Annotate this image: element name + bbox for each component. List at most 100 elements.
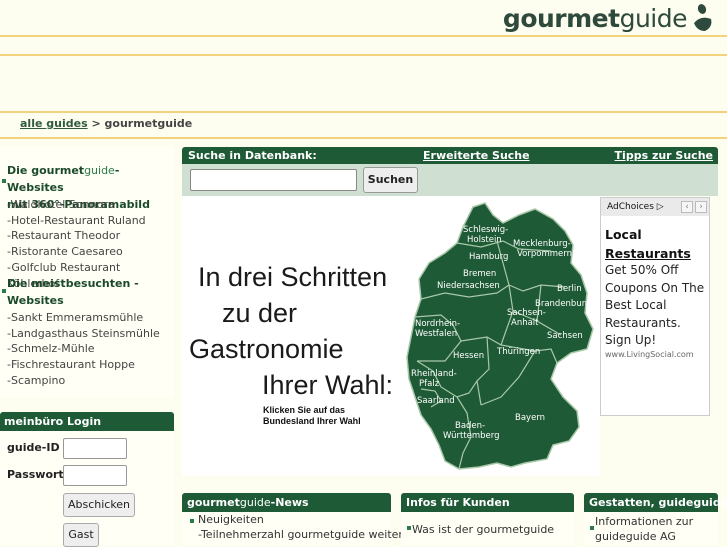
search-title: Suche in Datenbank:	[188, 149, 317, 162]
germany-map-banner: In drei Schritten zu der Gastronomie Ihr…	[182, 196, 600, 476]
ad-prev-icon[interactable]: ‹	[681, 201, 693, 213]
breadcrumb-link-all-guides[interactable]: alle guides	[20, 117, 88, 130]
section2-title: Die meistbesuchten - Websites	[7, 275, 139, 309]
list-item[interactable]: -Hotel-Restaurant Ruland	[0, 213, 174, 229]
list-item[interactable]: -Sankt Emmeramsmühle	[0, 310, 174, 326]
state-label-sachsen[interactable]: Sachsen	[547, 331, 583, 341]
section2-title-b: Websites	[7, 294, 64, 307]
banner-note-2: Bundesland Ihrer Wahl	[263, 416, 361, 426]
state-label-bremen[interactable]: Bremen	[463, 269, 496, 279]
ad-choices-label: AdChoices	[607, 202, 654, 212]
banner-line-3: Gastronomie	[189, 334, 344, 364]
ad-url[interactable]: www.LivingSocial.com	[605, 350, 694, 359]
bullet-icon	[2, 289, 6, 293]
state-label-rheinland-pfalz-2[interactable]: Pfalz	[419, 379, 440, 389]
state-label-nrw-1[interactable]: Nordrhein-	[415, 319, 460, 329]
section2-title-a: Die meistbesuchten -	[7, 277, 139, 290]
infos-panel: Was ist der gourmetguide	[401, 512, 574, 545]
state-label-schleswig-holstein-2[interactable]: Holstein	[467, 235, 502, 245]
bullet-icon	[407, 526, 411, 530]
logo-icon	[694, 4, 712, 31]
banner-note-1: Klicken Sie auf das	[263, 405, 346, 415]
news-panel: Neuigkeiten -Teilnehmerzahl gourmetguide…	[182, 512, 403, 545]
state-label-hamburg[interactable]: Hamburg	[469, 252, 508, 262]
section1-title-a: Die gourmet	[7, 164, 85, 177]
list-item[interactable]: -Schmelz-Mühle	[0, 341, 174, 357]
search-tips-link[interactable]: Tipps zur Suche	[615, 147, 713, 164]
state-label-bayern[interactable]: Bayern	[515, 413, 545, 423]
ad-description: Get 50% Off Coupons On The Best Local Re…	[605, 263, 705, 347]
ad-headline-1: Local	[605, 227, 642, 242]
news-title-a: gourmet	[187, 496, 240, 509]
state-label-nrw-2[interactable]: Westfalen	[415, 329, 457, 339]
section1-title-b: guide	[84, 164, 115, 177]
search-button[interactable]: Suchen	[363, 167, 418, 193]
bullet-icon	[590, 526, 594, 530]
state-label-baden-wuerttemberg-2[interactable]: Württemberg	[443, 431, 500, 441]
list-item[interactable]: -Waldhotel Sonnora	[0, 197, 174, 213]
infos-item-1[interactable]: Was ist der gourmetguide	[412, 522, 554, 537]
news-item-2[interactable]: -Teilnehmerzahl gourmetguide weiter	[198, 527, 403, 542]
password-input[interactable]	[63, 465, 127, 486]
banner-line-1: In drei Schritten	[198, 262, 388, 292]
bullet-icon	[2, 179, 6, 183]
advanced-search-link[interactable]: Erweiterte Suche	[423, 147, 530, 164]
state-label-mecklenburg-1[interactable]: Mecklenburg-	[513, 239, 571, 249]
submit-button[interactable]: Abschicken	[63, 493, 135, 517]
ad-headline-2: Restaurants	[605, 246, 691, 261]
list-item[interactable]: -Restaurant Theodor	[0, 228, 174, 244]
login-panel: guide-ID Passwort Abschicken Gast	[0, 431, 174, 547]
featured-websites-panel: Die gourmetguide-Websites mit 360°-Panor…	[0, 146, 174, 398]
logo-text-light: guide	[619, 3, 688, 33]
ad-choices-icon: ▷	[656, 202, 664, 212]
state-label-mecklenburg-2[interactable]: Vorpommern	[517, 249, 572, 259]
state-label-sachsen-anhalt-2[interactable]: Anhalt	[511, 318, 539, 328]
guide-id-input[interactable]	[63, 438, 127, 459]
list-item[interactable]: -Fischrestaurant Hoppe	[0, 357, 174, 373]
ad-next-icon[interactable]: ›	[695, 201, 707, 213]
guide-id-label: guide-ID	[7, 441, 60, 454]
search-header: Suche in Datenbank: Erweiterte Suche Tip…	[182, 147, 718, 164]
breadcrumb: alle guides > gourmetguide	[20, 117, 192, 130]
gestatten-panel: Informationen zur guideguide AG	[584, 512, 718, 545]
search-input[interactable]	[190, 169, 357, 191]
state-label-berlin[interactable]: Berlin	[557, 284, 582, 294]
guest-button[interactable]: Gast	[63, 523, 99, 547]
germany-map[interactable]: Schleswig- Holstein Mecklenburg- Vorpomm…	[401, 201, 599, 474]
breadcrumb-current: gourmetguide	[104, 117, 193, 130]
header-divider-2	[0, 54, 727, 56]
ad-headline[interactable]: Local Restaurants	[605, 225, 709, 263]
logo-text-bold: gourmet	[502, 3, 620, 33]
news-title: gourmetguide-News	[182, 493, 391, 512]
password-label: Passwort	[7, 468, 64, 481]
section2-list: -Sankt Emmeramsmühle -Landgasthaus Stein…	[0, 310, 174, 389]
list-item[interactable]: -Scampino	[0, 373, 174, 389]
login-panel-title: meinbüro Login	[0, 412, 174, 431]
banner-note: Klicken Sie auf das Bundesland Ihrer Wah…	[263, 405, 361, 427]
ad-box[interactable]: AdChoices ▷ ‹ › Local Restaurants Get 50…	[600, 197, 710, 416]
banner-line-4: Ihrer Wahl:	[262, 370, 394, 400]
state-label-niedersachsen[interactable]: Niedersachsen	[437, 281, 500, 291]
breadcrumb-separator: >	[91, 117, 101, 130]
header-divider-4	[0, 137, 727, 139]
news-item-1[interactable]: Neuigkeiten	[198, 512, 264, 527]
list-item[interactable]: -Landgasthaus Steinsmühle	[0, 326, 174, 342]
banner-line-2: zu der	[222, 298, 298, 328]
state-label-baden-wuerttemberg-1[interactable]: Baden-	[455, 421, 485, 431]
gestatten-item-1[interactable]: Informationen zur	[595, 514, 693, 529]
news-title-b: guide	[239, 496, 271, 509]
state-label-thueringen[interactable]: Thüringen	[496, 347, 540, 357]
state-label-saarland[interactable]: Saarland	[417, 396, 455, 406]
bullet-icon	[190, 519, 194, 523]
state-label-rheinland-pfalz-1[interactable]: Rheinland-	[411, 369, 457, 379]
header-divider-3	[0, 111, 727, 113]
state-label-sachsen-anhalt-1[interactable]: Sachsen-	[507, 308, 546, 318]
infos-title: Infos für Kunden	[401, 493, 574, 512]
gestatten-item-2[interactable]: guideguide AG	[595, 529, 676, 544]
state-label-schleswig-holstein-1[interactable]: Schleswig-	[463, 225, 508, 235]
state-label-hessen[interactable]: Hessen	[453, 351, 484, 361]
gestatten-title: Gestatten, guideguide	[584, 493, 727, 512]
list-item[interactable]: -Ristorante Caesareo	[0, 244, 174, 260]
gourmetguide-logo[interactable]: gourmet guide	[503, 0, 715, 36]
header-divider-1	[0, 35, 727, 37]
